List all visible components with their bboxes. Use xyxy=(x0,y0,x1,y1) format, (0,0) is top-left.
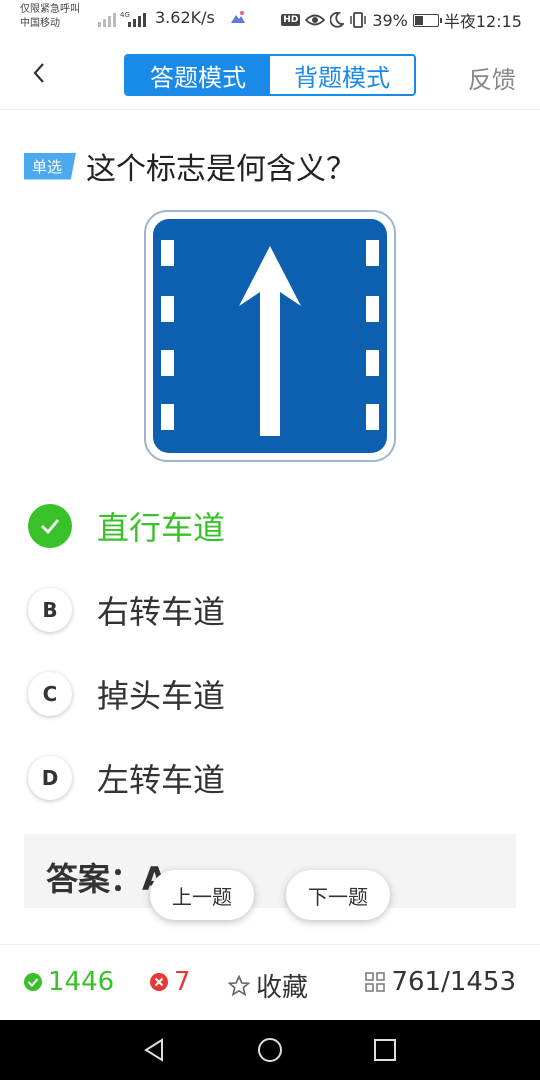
carrier-line2: 中国移动 xyxy=(20,18,60,29)
correct-count[interactable]: 1446 xyxy=(24,967,114,997)
hd-badge: HD xyxy=(281,14,301,26)
question-progress[interactable]: 761/1453 xyxy=(365,967,516,997)
answer-panel: 答案：A xyxy=(24,834,516,908)
progress-value: 761/1453 xyxy=(391,967,516,997)
option-d-marker: D xyxy=(28,756,72,800)
tab-memorize-mode[interactable]: 背题模式 xyxy=(270,56,414,94)
favorite-label: 收藏 xyxy=(256,973,309,1003)
photo-notification-icon xyxy=(231,11,245,23)
option-a-text: 直行车道 xyxy=(97,509,226,547)
question-type-badge: 单选 xyxy=(24,152,77,180)
header: 答题模式 背题模式 反馈 xyxy=(0,38,540,110)
tab-answer-mode[interactable]: 答题模式 xyxy=(126,56,270,94)
option-a[interactable]: 直行车道 xyxy=(28,496,508,556)
favorite-button[interactable]: 收藏 xyxy=(228,967,308,1004)
battery-icon xyxy=(412,13,442,27)
status-bar: 仅限紧急呼叫 中国移动 4G 3.62K/s HD 39% 半夜12:15 xyxy=(0,0,540,38)
vibrate-icon xyxy=(350,12,367,28)
home-circle-icon[interactable] xyxy=(257,1037,283,1063)
check-circle-icon xyxy=(24,973,42,991)
option-d[interactable]: D 左转车道 xyxy=(28,748,508,808)
clock: 半夜12:15 xyxy=(443,12,522,31)
next-question-button[interactable]: 下一题 xyxy=(286,870,390,920)
svg-text:4G: 4G xyxy=(120,11,130,19)
bottom-bar: 1446 7 收藏 761/1453 xyxy=(0,944,540,1020)
prev-question-button[interactable]: 上一题 xyxy=(150,870,254,920)
chevron-left-icon xyxy=(33,63,44,83)
grid-icon xyxy=(365,972,386,992)
eye-icon xyxy=(305,14,326,26)
wrong-count-value: 7 xyxy=(174,967,191,997)
carrier-info: 仅限紧急呼叫 中国移动 xyxy=(20,3,100,31)
answer-label: 答案：A xyxy=(46,860,167,898)
battery-fill xyxy=(414,15,424,25)
battery-percent: 39% xyxy=(372,10,408,30)
question: 单选 这个标志是何含义？ xyxy=(24,144,356,188)
option-c-marker: C xyxy=(28,672,72,716)
option-b-text: 右转车道 xyxy=(97,593,226,631)
carrier-line1: 仅限紧急呼叫 xyxy=(20,4,80,15)
system-nav-bar xyxy=(0,1020,540,1080)
question-image xyxy=(144,210,396,462)
network-speed: 3.62K/s xyxy=(155,8,215,27)
back-button[interactable] xyxy=(24,58,54,88)
option-d-text: 左转车道 xyxy=(97,761,226,799)
recents-square-icon[interactable] xyxy=(372,1037,398,1063)
question-text: 这个标志是何含义？ xyxy=(86,152,357,187)
correct-count-value: 1446 xyxy=(48,967,115,997)
back-triangle-icon[interactable] xyxy=(142,1037,168,1063)
wrong-count[interactable]: 7 xyxy=(150,967,191,997)
option-c-text: 掉头车道 xyxy=(97,677,226,715)
star-icon xyxy=(228,974,250,997)
option-b[interactable]: B 右转车道 xyxy=(28,580,508,640)
straight-lane-sign-icon xyxy=(144,210,396,462)
moon-icon xyxy=(330,12,345,28)
mode-toggle: 答题模式 背题模式 xyxy=(124,54,416,96)
option-c[interactable]: C 掉头车道 xyxy=(28,664,508,724)
feedback-button[interactable]: 反馈 xyxy=(468,60,516,95)
signal-icon: 4G xyxy=(98,11,146,27)
x-circle-icon xyxy=(150,973,168,991)
option-b-marker: B xyxy=(28,588,72,632)
status-right: HD 39% 半夜12:15 xyxy=(281,8,522,32)
correct-check-icon xyxy=(28,504,72,548)
